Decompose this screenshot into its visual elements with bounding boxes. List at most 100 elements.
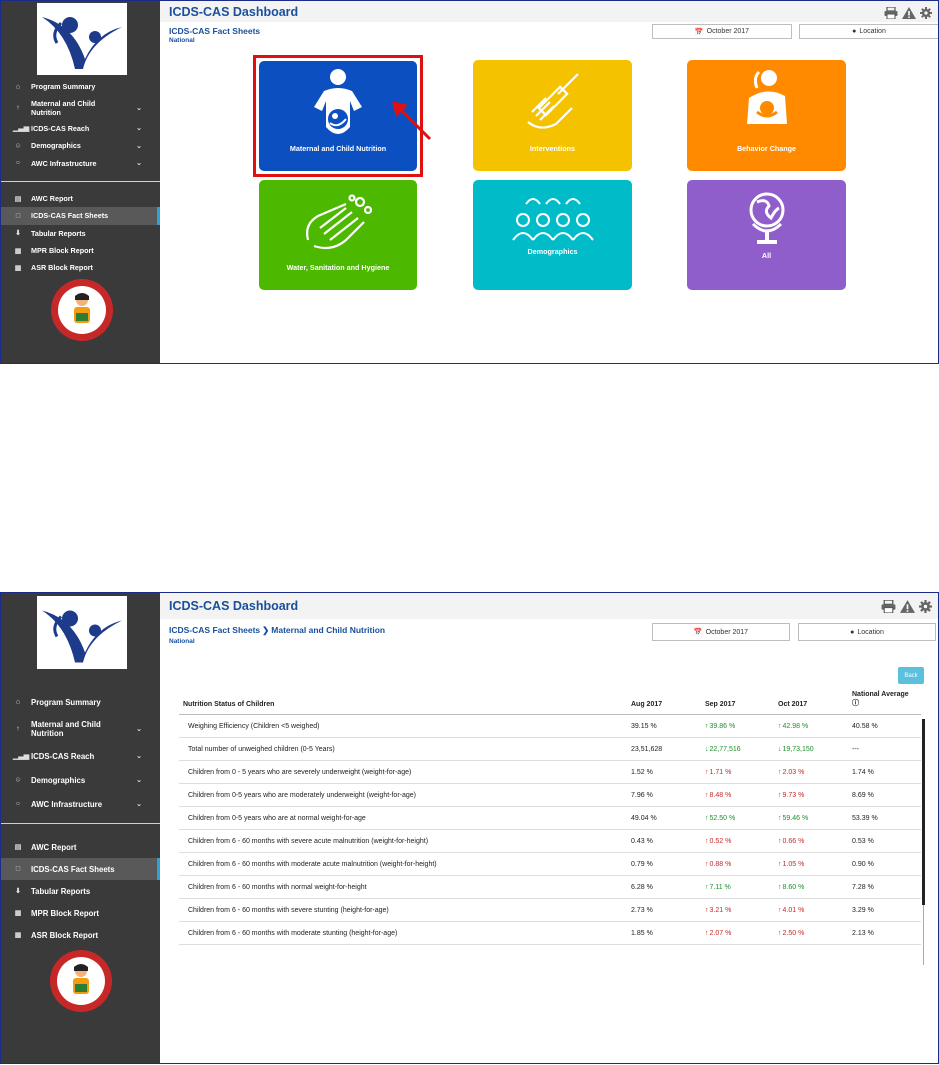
aug-value-cell: 49.04 % [631,806,705,830]
sidebar-item-asr-block-report[interactable]: ▦ ASR Block Report [1,924,160,946]
back-button[interactable]: Back [898,667,924,684]
sep-value-cell: ↑1.71 % [705,760,778,784]
primary-nav: ⌂ Program Summary ↑ Maternal and Child Nutr… [1,690,160,816]
national-average-cell: 2.13 % [852,921,921,945]
location-filter-button[interactable]: ● Location [798,623,936,641]
sidebar-item-icds-cas-fact-sheets[interactable]: □ ICDS-CAS Fact Sheets [1,858,160,880]
tile-label: Behavior Change [736,144,797,153]
mother-baby-icon [746,70,787,124]
arrow-down-icon: ↓ [705,745,709,753]
table-row: Total number of unweighed children (0-5 … [179,737,921,761]
users-icon: ☺ [14,776,22,784]
arrow-up-icon: ↑ [705,860,709,868]
gear-icon[interactable] [920,6,932,24]
sidebar-item-maternal-and-child-nutrition[interactable]: ↑ Maternal and Child Nutrition ⌄ [1,96,160,120]
tile-behavior-change[interactable]: Behavior Change [687,60,846,171]
tile-water-sanitation-hygiene[interactable]: Water, Sanitation and Hygiene [259,180,417,290]
tile-interventions[interactable]: Interventions [473,60,632,171]
oct-value-cell: ↑2.03 % [778,760,852,784]
print-icon[interactable] [884,6,898,24]
sidebar-item-demographics[interactable]: ☺ Demographics ⌄ [1,137,160,155]
secondary-nav: ▤ AWC Report □ ICDS-CAS Fact Sheets ⬇ Tabular… [1,836,160,946]
arrow-up-icon: ↑ [705,906,709,914]
cell-value: 59.46 % [782,814,809,822]
national-average-cell: 8.69 % [852,783,921,807]
sidebar-item-program-summary[interactable]: ⌂ Program Summary [1,78,160,96]
cell-value: 8.48 % [709,791,732,799]
cell-value: Children from 6 - 60 months with severe … [188,837,429,845]
sidebar-item-icds-cas-reach[interactable]: ▁▃▅ ICDS-CAS Reach ⌄ [1,120,160,138]
indicator-cell: Children from 6 - 60 months with moderat… [179,921,631,945]
primary-nav: ⌂ Program Summary ↑ Maternal and Child Nutr… [1,78,160,172]
main-content: ICDS-CAS Dashboard ICDS-CAS Fact Sheets … [160,1,938,363]
arrow-up-icon: ↑ [705,722,709,730]
column-header-aug: Aug 2017 [631,691,705,715]
sidebar-item-awc-report[interactable]: ▤ AWC Report [1,836,160,858]
sep-value-cell: ↑39.86 % [705,714,778,738]
indicator-cell: Children from 0-5 years who are at norma… [179,806,631,830]
sidebar-item-icds-cas-reach[interactable]: ▁▃▅ ICDS-CAS Reach ⌄ [1,744,160,768]
info-icon[interactable]: ⓘ [852,700,859,707]
sidebar-item-tabular-reports[interactable]: ⬇ Tabular Reports [1,225,160,242]
sidebar-item-program-summary[interactable]: ⌂ Program Summary [1,690,160,714]
sidebar-item-mpr-block-report[interactable]: ▦ MPR Block Report [1,242,160,259]
icds-logo [37,3,127,75]
cell-value: 6.28 % [631,883,653,891]
tile-label: Demographics [527,247,578,256]
indicator-cell: Weighing Efficiency (Children <5 weighed… [179,714,631,738]
national-average-cell: 7.28 % [852,875,921,899]
child-icon: ↑ [16,725,20,733]
tile-demographics[interactable]: Demographics [473,180,632,290]
table-scrollbar[interactable] [922,719,925,905]
sidebar-item-awc-infrastructure[interactable]: ○ AWC Infrastructure ⌄ [1,792,160,816]
cell-value: 1.52 % [631,768,653,776]
sidebar-item-awc-infrastructure[interactable]: ○ AWC Infrastructure ⌄ [1,155,160,173]
sidebar-item-awc-report[interactable]: ▤ AWC Report [1,190,160,207]
national-average-cell: --- [852,737,921,761]
oct-value-cell: ↑4.01 % [778,898,852,922]
breadcrumb[interactable]: ICDS-CAS Fact Sheets [169,26,260,36]
cell-value: 53.39 % [852,814,878,822]
sidebar-item-label: AWC Report [31,842,77,852]
table-row: Children from 6 - 60 months with severe … [179,829,921,853]
sidebar-item-mpr-block-report[interactable]: ▦ MPR Block Report [1,902,160,924]
screenshot-maternal-child-nutrition-table: ⌂ Program Summary ↑ Maternal and Child Nutr… [0,592,939,1064]
nutrition-status-table: Nutrition Status of Children Aug 2017 Se… [179,691,921,945]
cell-value: 2.50 % [782,929,805,937]
indicator-cell: Children from 0-5 years who are moderate… [179,783,631,807]
oct-value-cell: ↑0.66 % [778,829,852,853]
sidebar-item-asr-block-report[interactable]: ▦ ASR Block Report [1,259,160,276]
cell-value: --- [852,745,859,753]
sidebar: ⌂ Program Summary ↑ Maternal and Child Nutr… [1,593,160,1063]
cell-value: 40.58 % [852,722,878,730]
date-filter-button[interactable]: 📅 October 2017 [652,24,792,39]
sidebar-item-maternal-and-child-nutrition[interactable]: ↑ Maternal and Child Nutrition ⌄ [1,714,160,744]
arrow-up-icon: ↑ [778,883,782,891]
alert-icon[interactable] [900,600,915,618]
print-icon[interactable] [881,599,896,618]
sep-value-cell: ↑7.11 % [705,875,778,899]
date-filter-button[interactable]: 📅 October 2017 [652,623,790,641]
tile-all[interactable]: All [687,180,846,290]
cell-value: 8.60 % [782,883,805,891]
sidebar-item-label: AWC Infrastructure [31,799,103,809]
sidebar-item-icds-cas-fact-sheets[interactable]: □ ICDS-CAS Fact Sheets [1,207,160,225]
cell-value: Total number of unweighed children (0-5 … [188,745,335,753]
alert-icon[interactable] [902,6,916,24]
sidebar-item-tabular-reports[interactable]: ⬇ Tabular Reports [1,880,160,902]
sidebar-item-demographics[interactable]: ☺ Demographics ⌄ [1,768,160,792]
grid-icon: ▦ [14,932,22,939]
cell-value: Children from 6 - 60 months with moderat… [188,929,398,937]
national-average-cell: 3.29 % [852,898,921,922]
grid-icon: ▦ [14,910,22,917]
bar-chart-icon: ▁▃▅ [13,753,30,760]
calendar-icon: 📅 [694,28,704,36]
indicator-cell: Children from 6 - 60 months with normal … [179,875,631,899]
location-filter-button[interactable]: ● Location [799,24,938,39]
page-title: ICDS-CAS Dashboard [169,5,299,19]
aug-value-cell: 2.73 % [631,898,705,922]
gear-icon[interactable] [919,600,932,618]
indicator-cell: Children from 6 - 60 months with severe … [179,898,631,922]
breadcrumb-root[interactable]: ICDS-CAS Fact Sheets [169,625,260,635]
tile-label: Water, Sanitation and Hygiene [286,263,390,272]
